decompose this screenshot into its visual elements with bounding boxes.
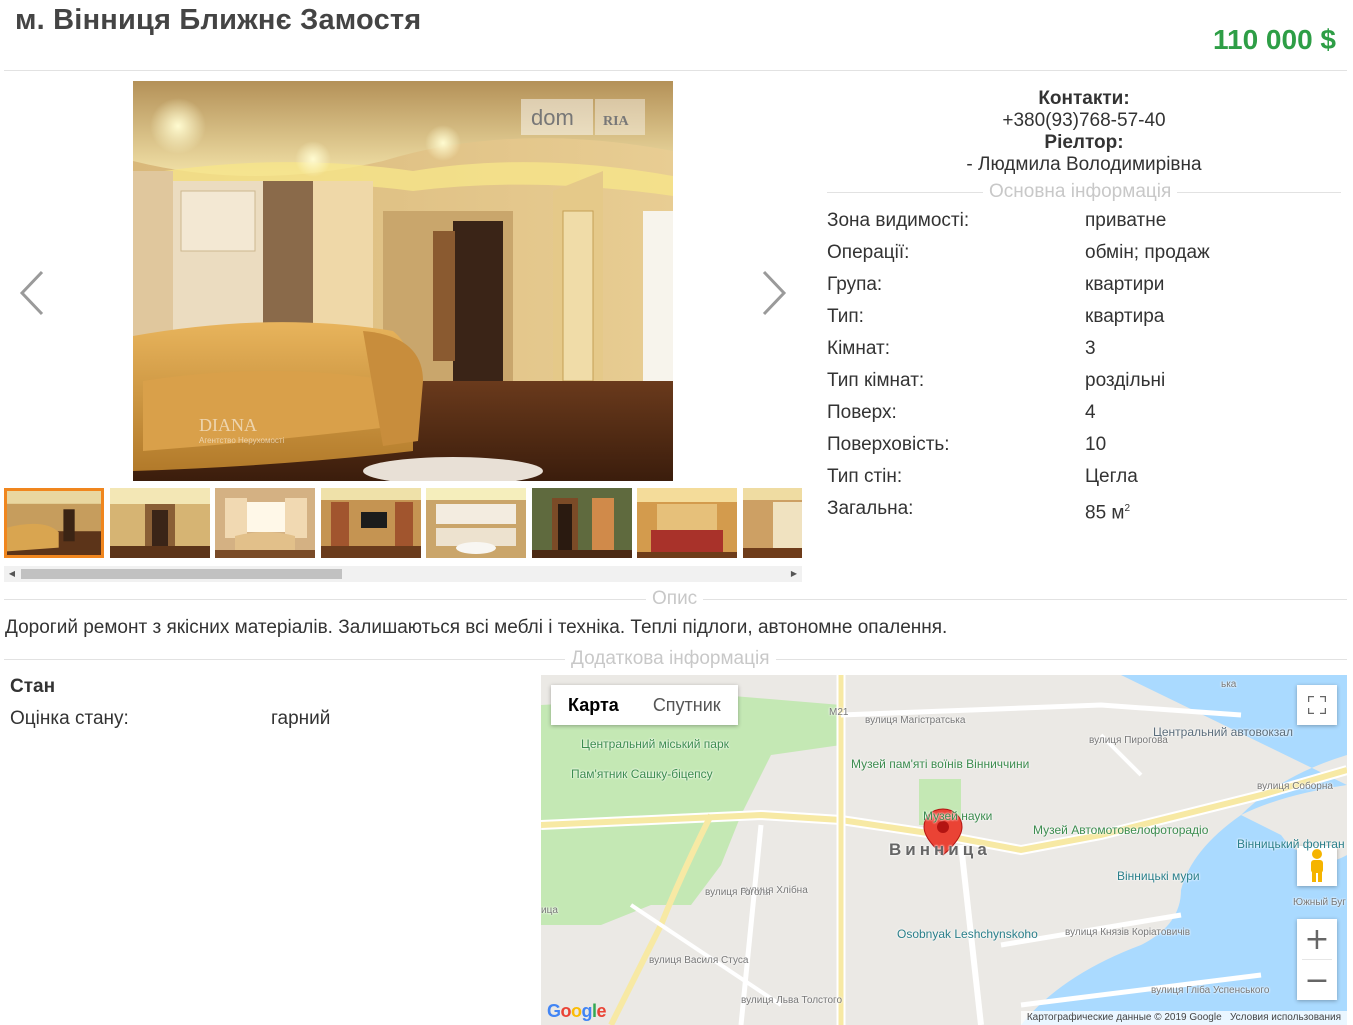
watermark-ria: RIA (603, 114, 630, 129)
info-row: Загальна: 85 м2 (827, 498, 1131, 524)
watermark-dom: dom (531, 105, 574, 130)
zoom-out-button[interactable]: − (1297, 960, 1337, 1000)
map-label-street: вулиця Гліба Успенського (1151, 985, 1270, 996)
map-label-bus-station: Центральний автовокзал (1153, 725, 1293, 739)
map-label-street: вулиця Гоголя (705, 887, 771, 898)
map-label-osobnyak: Osobnyak Leshchynskoho (897, 927, 1038, 941)
map-label-park: Центральний міський парк (581, 737, 729, 751)
google-logo[interactable]: Google (547, 1001, 607, 1022)
map-label-street: вулиця Льва Толстого (741, 995, 843, 1006)
fullscreen-icon (1308, 696, 1326, 714)
contacts-block: Контакти: +380(93)768-57-40 Ріелтор: - Л… (827, 88, 1341, 176)
map-label-monument: Пам'ятник Сашку-біцепсу (571, 767, 713, 781)
thumbnail-strip[interactable] (4, 488, 802, 558)
info-row: Поверх: 4 (827, 402, 1096, 423)
contact-phone[interactable]: +380(93)768-57-40 (827, 110, 1341, 132)
thumbnail-6[interactable] (532, 488, 632, 558)
realtor-label: Ріелтор: (1044, 132, 1124, 153)
map-label-walls: Вінницькі мури (1117, 869, 1200, 883)
pegman-icon (1311, 849, 1323, 882)
street-view-button[interactable] (1297, 846, 1337, 886)
additional-info-heading: Додаткова інформація (4, 648, 1347, 670)
chevron-right-icon (762, 270, 787, 316)
condition-key: Оцінка стану: (10, 708, 129, 729)
map-label-street: вулиця Пирогова (1089, 735, 1168, 746)
info-row: Тип кімнат: роздільні (827, 370, 1166, 391)
map-type-satellite-button[interactable]: Спутник (636, 685, 738, 725)
scrollbar-thumb[interactable] (21, 569, 342, 579)
listing-title: м. Вінниця Ближнє Замостя (15, 4, 422, 36)
thumbnail-7[interactable] (637, 488, 737, 558)
watermark-agency: DIANA (199, 415, 257, 435)
map-label-street: вулиця Соборна (1257, 781, 1333, 792)
map-type-control: Карта Спутник (551, 685, 738, 725)
map-footer-terms[interactable]: Условия использования (1230, 1012, 1341, 1023)
info-row: Зона видимості: приватне (827, 210, 1167, 231)
info-row: Тип: квартира (827, 306, 1165, 327)
thumbnail-3[interactable] (215, 488, 315, 558)
description-heading: Опис (4, 588, 1347, 610)
condition-value: гарний (271, 708, 331, 729)
info-row: Поверховість: 10 (827, 434, 1107, 455)
map-label-museum-auto: Музей Автомотовелофоторадіо (1033, 823, 1209, 837)
info-row: Кімнат: 3 (827, 338, 1096, 359)
map-label-street: вулиця Князів Коріатовичів (1065, 927, 1191, 938)
map-footer-data: Картографические данные © 2019 Google (1026, 1012, 1222, 1023)
thumbnail-scrollbar[interactable]: ◀ ▶ (4, 566, 802, 582)
description-text: Дорогий ремонт з якісних матеріалів. Зал… (5, 617, 948, 638)
map-label-partial: ица (541, 905, 558, 916)
gallery-prev-button[interactable] (16, 268, 50, 318)
map-label-museum-war: Музей пам'яті воїнів Вінниччини (851, 757, 1030, 771)
header-divider (4, 70, 1347, 71)
condition-title: Стан (10, 676, 56, 697)
scroll-left-icon[interactable]: ◀ (4, 566, 20, 582)
map-label-city: Винница (889, 840, 991, 859)
location-map[interactable]: Карта Спутник + − Центральний міський па… (541, 675, 1347, 1025)
chevron-left-icon (19, 270, 44, 316)
map-label-fountain: Вінницький фонтан (1237, 837, 1345, 851)
thumbnail-1[interactable] (4, 488, 104, 558)
map-label-street: Южный Буг (1293, 897, 1346, 908)
thumbnail-4[interactable] (321, 488, 421, 558)
realtor-name: - Людмила Володимирівна (966, 154, 1202, 175)
info-row: Група: квартири (827, 274, 1165, 295)
info-row: Операції: обмін; продаж (827, 242, 1210, 263)
map-label-m21: M21 (829, 707, 849, 718)
map-label-street: вулиця Магістратська (865, 715, 966, 726)
fullscreen-button[interactable] (1297, 685, 1337, 725)
listing-price: 110 000 $ (1212, 24, 1336, 55)
map-type-map-button[interactable]: Карта (551, 685, 636, 725)
map-attribution: Картографические данные © 2019 Google Ус… (1020, 1011, 1347, 1025)
basic-info-heading: Основна інформація (827, 181, 1341, 203)
scroll-right-icon[interactable]: ▶ (786, 566, 802, 582)
map-label-partial: ька (1221, 679, 1237, 690)
thumbnail-5[interactable] (426, 488, 526, 558)
watermark-agency-sub: Агентство Нерухомості (199, 436, 285, 445)
gallery-next-button[interactable] (756, 268, 790, 318)
zoom-in-button[interactable]: + (1297, 919, 1337, 959)
thumbnail-2[interactable] (110, 488, 210, 558)
contacts-label: Контакти: (1038, 88, 1130, 109)
map-label-museum-science: Музей науки (923, 809, 993, 823)
zoom-control: + − (1297, 919, 1337, 1000)
info-table: Зона видимості: приватне Операції: обмін; … (827, 208, 1341, 528)
map-label-street: вулиця Василя Стуса (649, 955, 749, 966)
room-photo-image: dom RIA DIANA Агентство Нерухомості (133, 81, 673, 481)
thumbnail-8[interactable] (743, 488, 802, 558)
main-photo[interactable]: dom RIA DIANA Агентство Нерухомості (133, 81, 673, 481)
info-row: Тип стін: Цегла (827, 466, 1138, 487)
